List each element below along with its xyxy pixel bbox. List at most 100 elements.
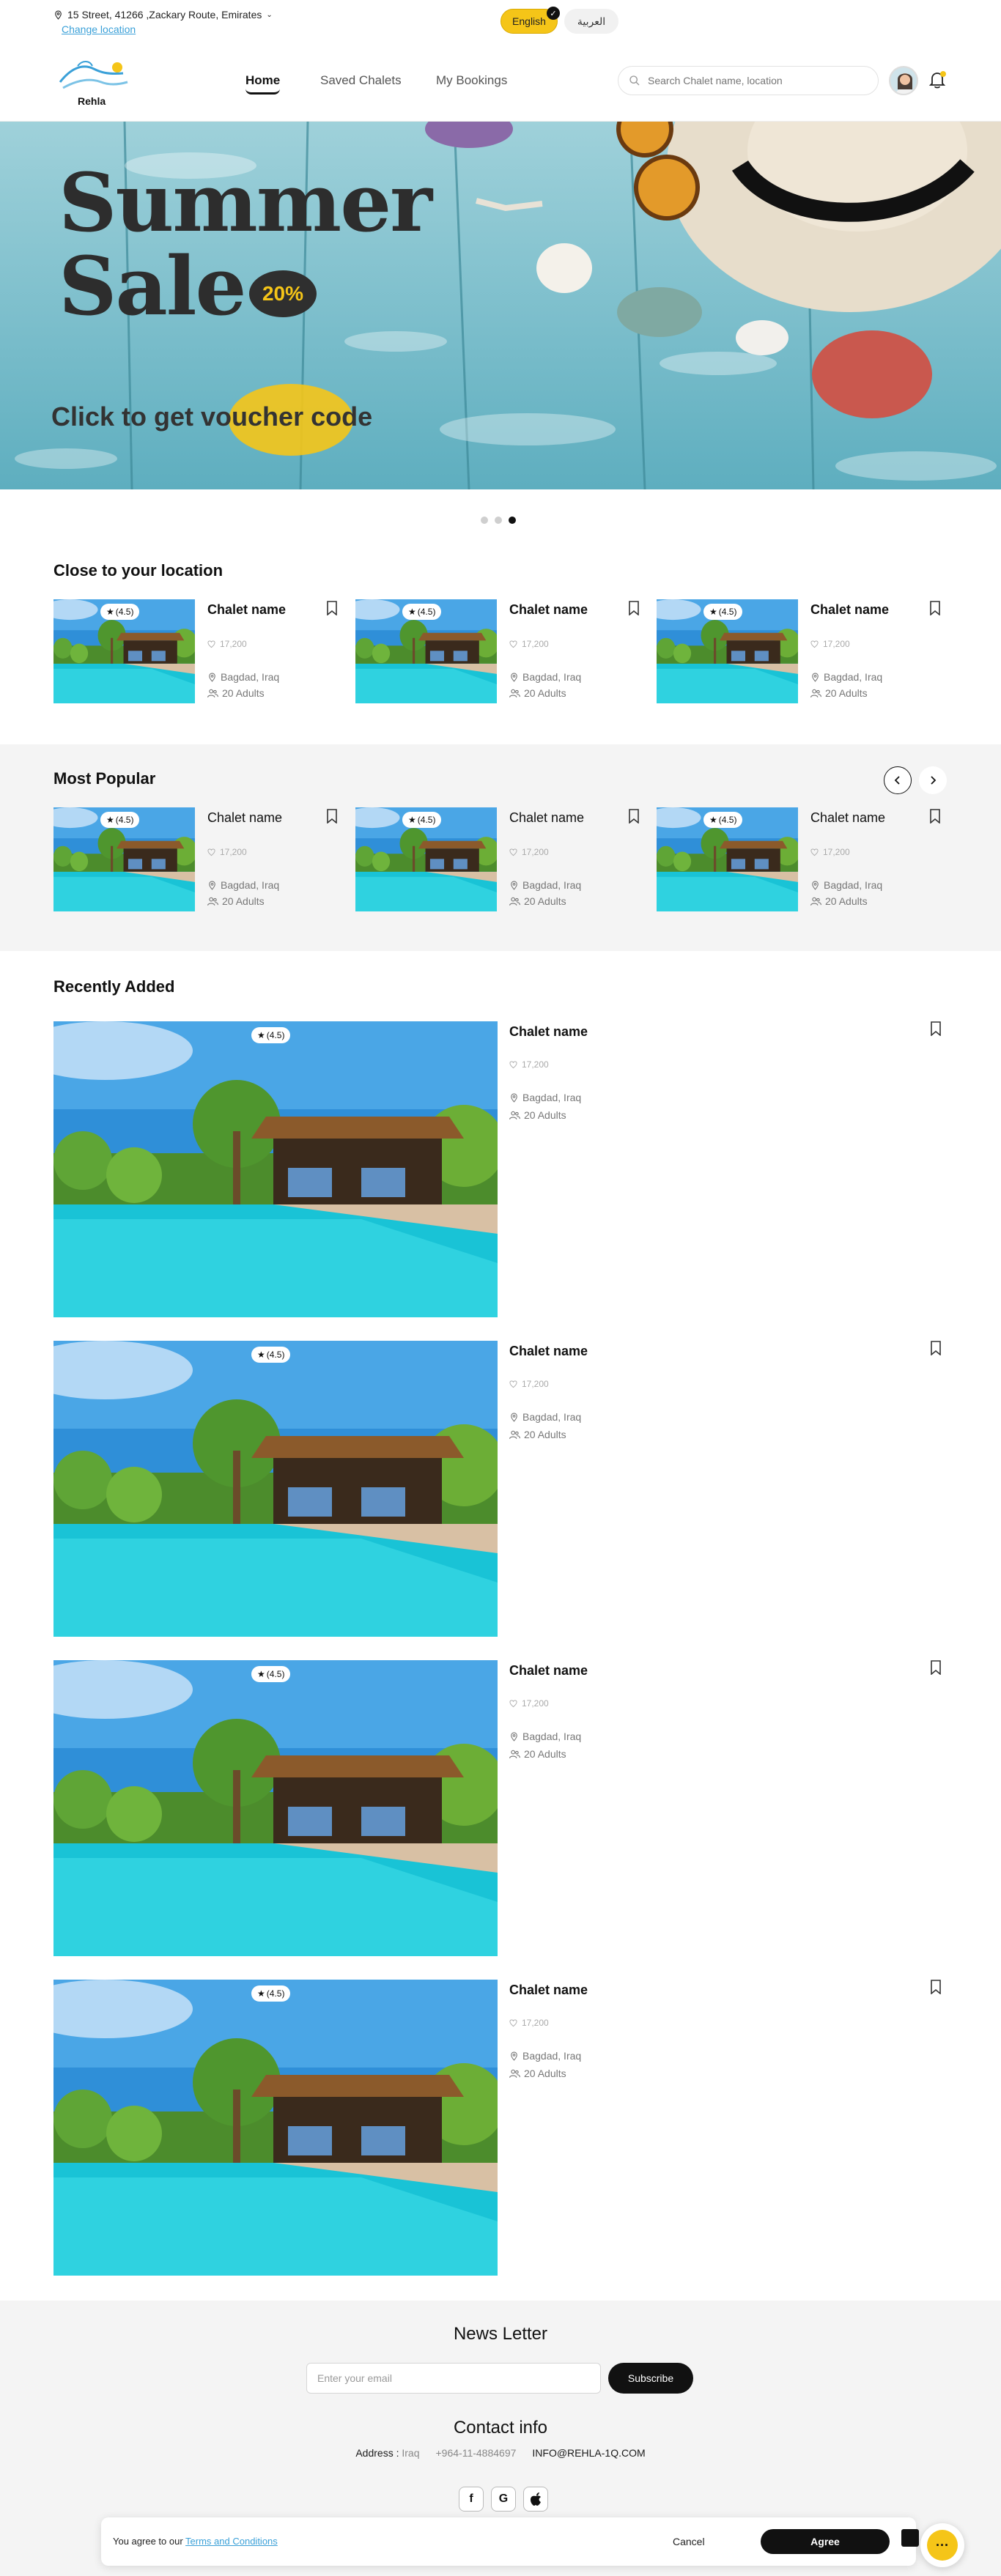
rating-badge: ★ (4.5)	[402, 812, 442, 828]
hero-title-line1: Summer	[59, 155, 432, 250]
users-icon	[810, 689, 821, 697]
chalet-location: Bagdad, Iraq	[509, 1092, 581, 1103]
chalet-location: Bagdad, Iraq	[509, 1411, 581, 1423]
likes-value: 17,200	[220, 639, 247, 649]
carousel-dot-1[interactable]	[481, 517, 488, 524]
location-pin-icon	[511, 2051, 517, 2061]
chalet-image[interactable]: ★ (4.5)	[657, 599, 798, 703]
chalet-card[interactable]: ★ (4.5) Chalet name 17,200 Bagdad, Iraq 2…	[53, 599, 337, 703]
contact-phone[interactable]: +964-11-4884697	[436, 2447, 517, 2459]
chalet-capacity: 20 Adults	[509, 895, 566, 907]
agree-button[interactable]: Agree	[761, 2529, 890, 2554]
nav-saved-chalets[interactable]: Saved Chalets	[320, 73, 402, 88]
apple-icon[interactable]	[523, 2487, 548, 2512]
chalet-image[interactable]: ★ (4.5)	[657, 807, 798, 911]
newsletter-email-field[interactable]: Enter your email	[306, 2363, 601, 2394]
chalet-card[interactable]: ★ (4.5) Chalet name 17,200 Bagdad, Iraq 2…	[53, 807, 337, 911]
users-icon	[810, 897, 821, 906]
likes-count: 17,200	[509, 639, 549, 649]
star-icon: ★	[106, 815, 114, 825]
chalet-image[interactable]: ★ (4.5)	[53, 1341, 498, 1637]
chalet-image[interactable]: ★ (4.5)	[53, 599, 195, 703]
heart-icon	[509, 2018, 517, 2027]
location-pin-icon	[812, 673, 819, 682]
chalet-card-large[interactable]: ★ (4.5) Chalet name 17,200 Bagdad, Iraq 2…	[53, 1980, 958, 2276]
chalet-name[interactable]: Chalet name	[509, 602, 588, 618]
bookmark-button[interactable]	[628, 809, 640, 824]
terms-link[interactable]: Terms and Conditions	[185, 2536, 278, 2547]
carousel-dot-2[interactable]	[495, 517, 502, 524]
capacity-text: 20 Adults	[222, 687, 265, 699]
bookmark-button[interactable]	[628, 601, 640, 616]
users-icon	[509, 1111, 520, 1119]
bookmark-button[interactable]	[930, 1341, 942, 1356]
chalet-name[interactable]: Chalet name	[509, 1024, 588, 1040]
bookmark-button[interactable]	[326, 809, 338, 824]
chalet-card-large[interactable]: ★ (4.5) Chalet name 17,200 Bagdad, Iraq 2…	[53, 1341, 958, 1637]
bell-icon	[928, 71, 946, 89]
nav-home[interactable]: Home	[245, 73, 281, 95]
bookmark-button[interactable]	[930, 1021, 942, 1037]
chalet-image[interactable]: ★ (4.5)	[355, 807, 497, 911]
bookmark-button[interactable]	[326, 601, 338, 616]
facebook-icon[interactable]: f	[459, 2487, 484, 2512]
search-box[interactable]	[618, 66, 879, 95]
chevron-down-icon[interactable]: ⌄	[266, 11, 272, 19]
notifications-button[interactable]	[926, 69, 948, 91]
chalet-name[interactable]: Chalet name	[810, 602, 889, 618]
section-title-popular: Most Popular	[53, 769, 156, 788]
prev-button[interactable]	[884, 766, 912, 794]
chalet-card[interactable]: ★ (4.5) Chalet name 17,200 Bagdad, Iraq 2…	[355, 807, 639, 911]
change-location-link[interactable]: Change location	[62, 23, 136, 35]
likes-value: 17,200	[522, 847, 549, 857]
chalet-name[interactable]: Chalet name	[509, 1983, 588, 1998]
star-icon: ★	[709, 607, 717, 617]
chalet-location: Bagdad, Iraq	[509, 2050, 581, 2062]
chalet-name[interactable]: Chalet name	[207, 810, 282, 826]
nav-my-bookings[interactable]: My Bookings	[436, 73, 507, 88]
terms-consent-bar: You agree to our Terms and Conditions Ca…	[101, 2517, 916, 2566]
chalet-name[interactable]: Chalet name	[509, 1344, 588, 1359]
chalet-capacity: 20 Adults	[509, 2068, 566, 2079]
hero-banner[interactable]: Summer Sale 20% Click to get voucher cod…	[0, 122, 1001, 489]
chalet-card[interactable]: ★ (4.5) Chalet name 17,200 Bagdad, Iraq 2…	[657, 807, 940, 911]
chalet-image[interactable]: ★ (4.5)	[355, 599, 497, 703]
bookmark-button[interactable]	[929, 809, 941, 824]
rating-badge: ★ (4.5)	[402, 604, 442, 620]
chalet-image[interactable]: ★ (4.5)	[53, 1021, 498, 1317]
language-english-button[interactable]: English ✓	[500, 7, 560, 34]
chalet-name[interactable]: Chalet name	[509, 1663, 588, 1679]
chalet-capacity: 20 Adults	[509, 1748, 566, 1760]
chalet-image[interactable]: ★ (4.5)	[53, 807, 195, 911]
chalet-card[interactable]: ★ (4.5) Chalet name 17,200 Bagdad, Iraq 2…	[657, 599, 940, 703]
bookmark-icon	[327, 601, 337, 616]
bookmark-icon	[629, 601, 639, 616]
chalet-card-large[interactable]: ★ (4.5) Chalet name 17,200 Bagdad, Iraq 2…	[53, 1660, 958, 1956]
heart-icon	[509, 640, 517, 648]
user-avatar[interactable]	[889, 66, 918, 95]
cancel-button[interactable]: Cancel	[673, 2536, 705, 2547]
bookmark-button[interactable]	[929, 601, 941, 616]
chat-button[interactable]: ···	[920, 2523, 964, 2567]
chalet-card-large[interactable]: ★ (4.5) Chalet name 17,200 Bagdad, Iraq 2…	[53, 1021, 958, 1317]
language-arabic-button[interactable]: العربية	[564, 9, 618, 34]
chalet-card[interactable]: ★ (4.5) Chalet name 17,200 Bagdad, Iraq 2…	[355, 599, 639, 703]
google-icon[interactable]: G	[491, 2487, 516, 2512]
bookmark-button[interactable]	[930, 1660, 942, 1676]
city-text: Bagdad, Iraq	[522, 879, 582, 891]
chalet-name[interactable]: Chalet name	[810, 810, 885, 826]
next-button[interactable]	[919, 766, 947, 794]
voucher-cta[interactable]: Click to get voucher code	[51, 401, 372, 432]
rating-badge: ★ (4.5)	[703, 812, 743, 828]
carousel-dot-3-active[interactable]	[509, 517, 516, 524]
chalet-image[interactable]: ★ (4.5)	[53, 1660, 498, 1956]
search-input[interactable]	[648, 75, 868, 86]
heart-icon	[509, 1699, 517, 1707]
chalet-name[interactable]: Chalet name	[509, 810, 584, 826]
chalet-image[interactable]: ★ (4.5)	[53, 1980, 498, 2276]
heart-icon	[810, 640, 819, 648]
subscribe-button[interactable]: Subscribe	[608, 2363, 693, 2394]
bookmark-button[interactable]	[930, 1980, 942, 1995]
chalet-name[interactable]: Chalet name	[207, 602, 286, 618]
contact-email[interactable]: INFO@REHLA-1Q.COM	[532, 2447, 645, 2459]
